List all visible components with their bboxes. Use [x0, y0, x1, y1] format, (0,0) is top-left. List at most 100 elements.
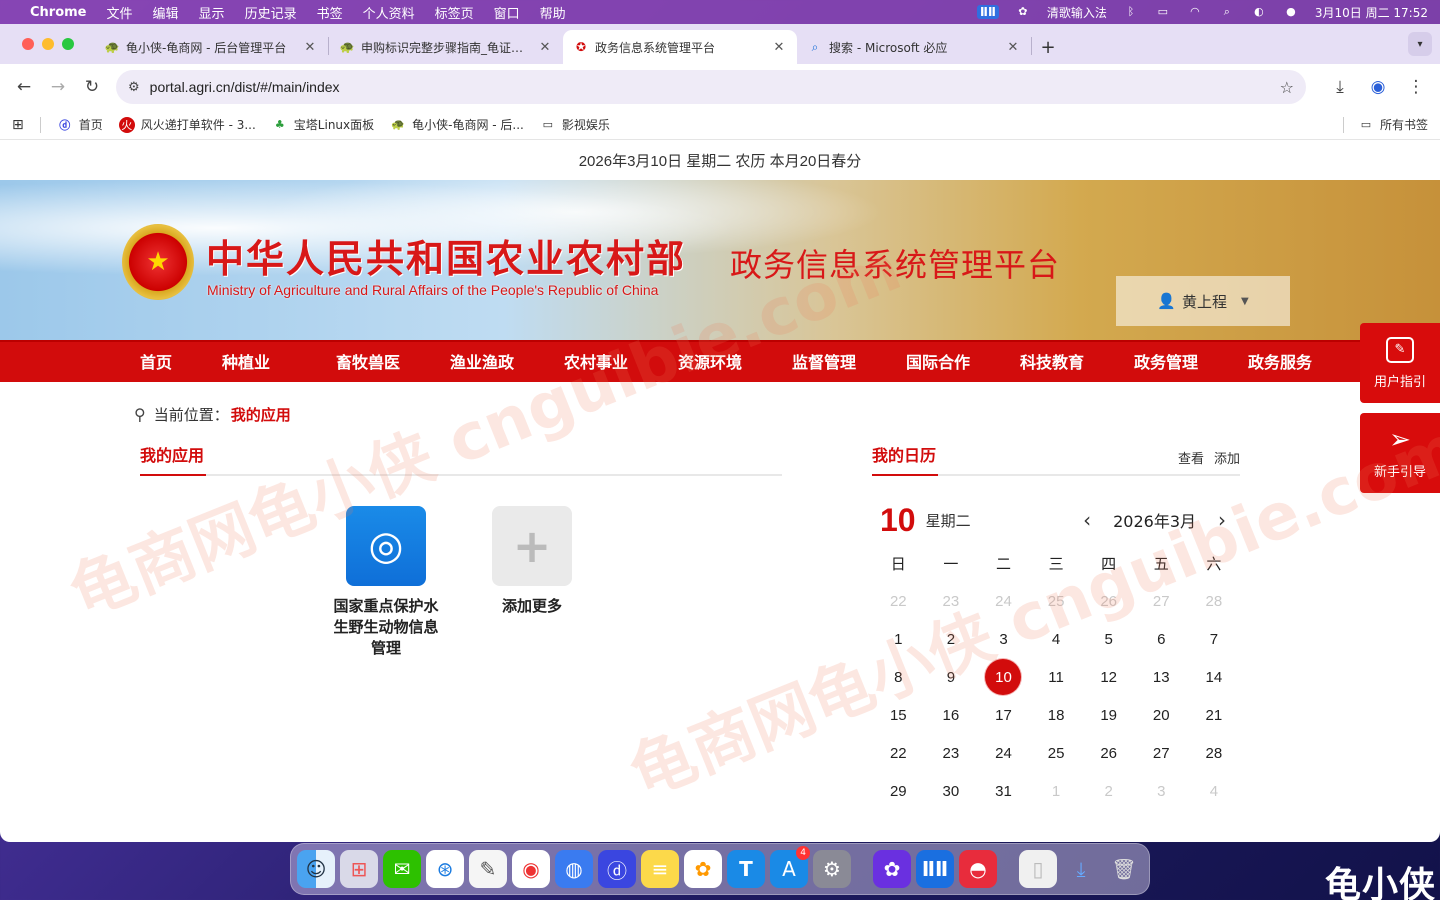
- nav-item-home[interactable]: 首页: [140, 349, 222, 373]
- calendar-day[interactable]: 15: [872, 696, 925, 734]
- downloads-icon[interactable]: ⤓: [1062, 850, 1100, 888]
- calendar-day[interactable]: 3: [977, 620, 1030, 658]
- menubar-item-bookmarks[interactable]: 书签: [317, 3, 343, 22]
- bookmark-home[interactable]: ⓓ 首页: [57, 116, 103, 133]
- nav-item-gov-services[interactable]: 政务服务: [1248, 349, 1362, 373]
- doc-app-icon[interactable]: ⓓ: [598, 850, 636, 888]
- menubar-item-edit[interactable]: 编辑: [153, 3, 179, 22]
- screen-app-icon[interactable]: ⅡⅡ: [916, 850, 954, 888]
- photos-icon[interactable]: ✿: [684, 850, 722, 888]
- address-bar[interactable]: ⚙ ☆: [116, 70, 1306, 104]
- tab-admin-platform[interactable]: 🐢 龟小侠-龟商网 - 后台管理平台 ✕: [94, 30, 328, 64]
- calendar-day[interactable]: 21: [1188, 696, 1241, 734]
- bookmark-star-icon[interactable]: ☆: [1280, 78, 1294, 97]
- nav-item-resources[interactable]: 资源环境: [678, 349, 792, 373]
- wifi-icon[interactable]: ◠: [1187, 6, 1203, 18]
- puzzle-icon[interactable]: ✿: [1015, 6, 1031, 18]
- calendar-day[interactable]: 26: [1082, 582, 1135, 620]
- calendar-day[interactable]: 19: [1082, 696, 1135, 734]
- app-status-icon[interactable]: ⅡⅡ: [977, 5, 999, 19]
- app-aquatic-wildlife[interactable]: ◎ 国家重点保护水生野生动物信息管理: [333, 506, 439, 659]
- bookmark-fenghuo[interactable]: 火 风火递打单软件 - 3...: [118, 116, 256, 133]
- menubar-item-window[interactable]: 窗口: [494, 3, 520, 22]
- menubar-item-profiles[interactable]: 个人资料: [363, 3, 415, 22]
- menubar-clock[interactable]: 3月10日 周二 17:52: [1315, 4, 1428, 21]
- calendar-day[interactable]: 4: [1030, 620, 1083, 658]
- bluetooth-icon[interactable]: ᛒ: [1123, 6, 1139, 18]
- menubar-item-file[interactable]: 文件: [107, 3, 133, 22]
- calendar-day[interactable]: 14: [1188, 658, 1241, 696]
- nav-item-livestock[interactable]: 畜牧兽医: [336, 349, 450, 373]
- tab-gov-platform[interactable]: ✪ 政务信息系统管理平台 ✕: [563, 30, 797, 64]
- tab-close-icon[interactable]: ✕: [1005, 40, 1021, 55]
- site-info-icon[interactable]: ⚙: [128, 80, 140, 95]
- menubar-app-name[interactable]: Chrome: [30, 5, 87, 20]
- calendar-day[interactable]: 18: [1030, 696, 1083, 734]
- bookmark-folder-entertainment[interactable]: ▭ 影视娱乐: [540, 116, 610, 133]
- all-bookmarks-button[interactable]: ▭ 所有书签: [1358, 116, 1428, 133]
- calendar-day[interactable]: 30: [925, 772, 978, 810]
- safari-icon[interactable]: ⊛: [426, 850, 464, 888]
- textedit-icon[interactable]: ✎: [469, 850, 507, 888]
- typora-icon[interactable]: T: [727, 850, 765, 888]
- calendar-day[interactable]: 13: [1135, 658, 1188, 696]
- finder-icon[interactable]: ☺: [297, 850, 335, 888]
- spotlight-search-icon[interactable]: ⌕: [1219, 6, 1235, 18]
- calendar-day[interactable]: 28: [1188, 582, 1241, 620]
- chrome-icon[interactable]: ◉: [512, 850, 550, 888]
- prev-month-icon[interactable]: ‹: [1077, 508, 1097, 532]
- calendar-day[interactable]: 20: [1135, 696, 1188, 734]
- calendar-day[interactable]: 23: [925, 734, 978, 772]
- tab-search-dropdown-icon[interactable]: ▾: [1408, 32, 1432, 56]
- tab-close-icon[interactable]: ✕: [771, 40, 787, 55]
- calendar-day[interactable]: 12: [1082, 658, 1135, 696]
- calendar-day[interactable]: 23: [925, 582, 978, 620]
- breadcrumb-current[interactable]: 我的应用: [231, 404, 291, 425]
- calendar-day[interactable]: 8: [872, 658, 925, 696]
- siri-icon[interactable]: ●: [1283, 6, 1299, 18]
- user-guide-button[interactable]: ✎ 用户指引: [1360, 323, 1440, 403]
- newbie-guide-button[interactable]: ➢ 新手引导: [1360, 413, 1440, 493]
- calendar-day[interactable]: 25: [1030, 582, 1083, 620]
- calendar-day[interactable]: 2: [925, 620, 978, 658]
- wechat-icon[interactable]: ✉: [383, 850, 421, 888]
- zoom-window-button[interactable]: [62, 38, 74, 50]
- calendar-day[interactable]: 2: [1082, 772, 1135, 810]
- calendar-view-link[interactable]: 查看: [1178, 448, 1204, 467]
- tab-guide[interactable]: 🐢 申购标识完整步骤指南_龟证标识 ✕: [329, 30, 563, 64]
- calendar-day[interactable]: 26: [1082, 734, 1135, 772]
- calendar-day[interactable]: 3: [1135, 772, 1188, 810]
- minimize-window-button[interactable]: [42, 38, 54, 50]
- launchpad-icon[interactable]: ⊞: [340, 850, 378, 888]
- calendar-day[interactable]: 24: [977, 582, 1030, 620]
- menubar-item-help[interactable]: 帮助: [540, 3, 566, 22]
- nav-item-fishery[interactable]: 渔业渔政: [450, 349, 564, 373]
- remote-app-icon[interactable]: ◓: [959, 850, 997, 888]
- menubar-item-history[interactable]: 历史记录: [245, 3, 297, 22]
- calendar-day[interactable]: 24: [977, 734, 1030, 772]
- calendar-day[interactable]: 27: [1135, 582, 1188, 620]
- more-menu-icon[interactable]: ⋮: [1402, 73, 1430, 101]
- battery-icon[interactable]: ▭: [1155, 6, 1171, 18]
- apps-grid-icon[interactable]: ⊞: [12, 117, 24, 133]
- nav-item-international[interactable]: 国际合作: [906, 349, 1020, 373]
- calendar-day[interactable]: 28: [1188, 734, 1241, 772]
- notes-icon[interactable]: ≡: [641, 850, 679, 888]
- calendar-day-today[interactable]: 10: [977, 658, 1030, 696]
- puzzle-app-icon[interactable]: ✿: [873, 850, 911, 888]
- reload-button[interactable]: ↻: [78, 73, 106, 101]
- calendar-day[interactable]: 27: [1135, 734, 1188, 772]
- calendar-day[interactable]: 6: [1135, 620, 1188, 658]
- calendar-day[interactable]: 7: [1188, 620, 1241, 658]
- user-menu-button[interactable]: 👤 黄上程 ▼: [1116, 276, 1290, 326]
- calendar-day[interactable]: 1: [872, 620, 925, 658]
- trash-icon[interactable]: 🗑: [1105, 850, 1143, 888]
- control-center-icon[interactable]: ◐: [1251, 6, 1267, 18]
- nav-item-gov-management[interactable]: 政务管理: [1134, 349, 1248, 373]
- tab-bing-search[interactable]: ⌕ 搜索 - Microsoft 必应 ✕: [797, 30, 1031, 64]
- calendar-day[interactable]: 5: [1082, 620, 1135, 658]
- app-store-icon[interactable]: A4: [770, 846, 810, 888]
- close-window-button[interactable]: [22, 38, 34, 50]
- menubar-item-tab[interactable]: 标签页: [435, 3, 474, 22]
- menubar-item-view[interactable]: 显示: [199, 3, 225, 22]
